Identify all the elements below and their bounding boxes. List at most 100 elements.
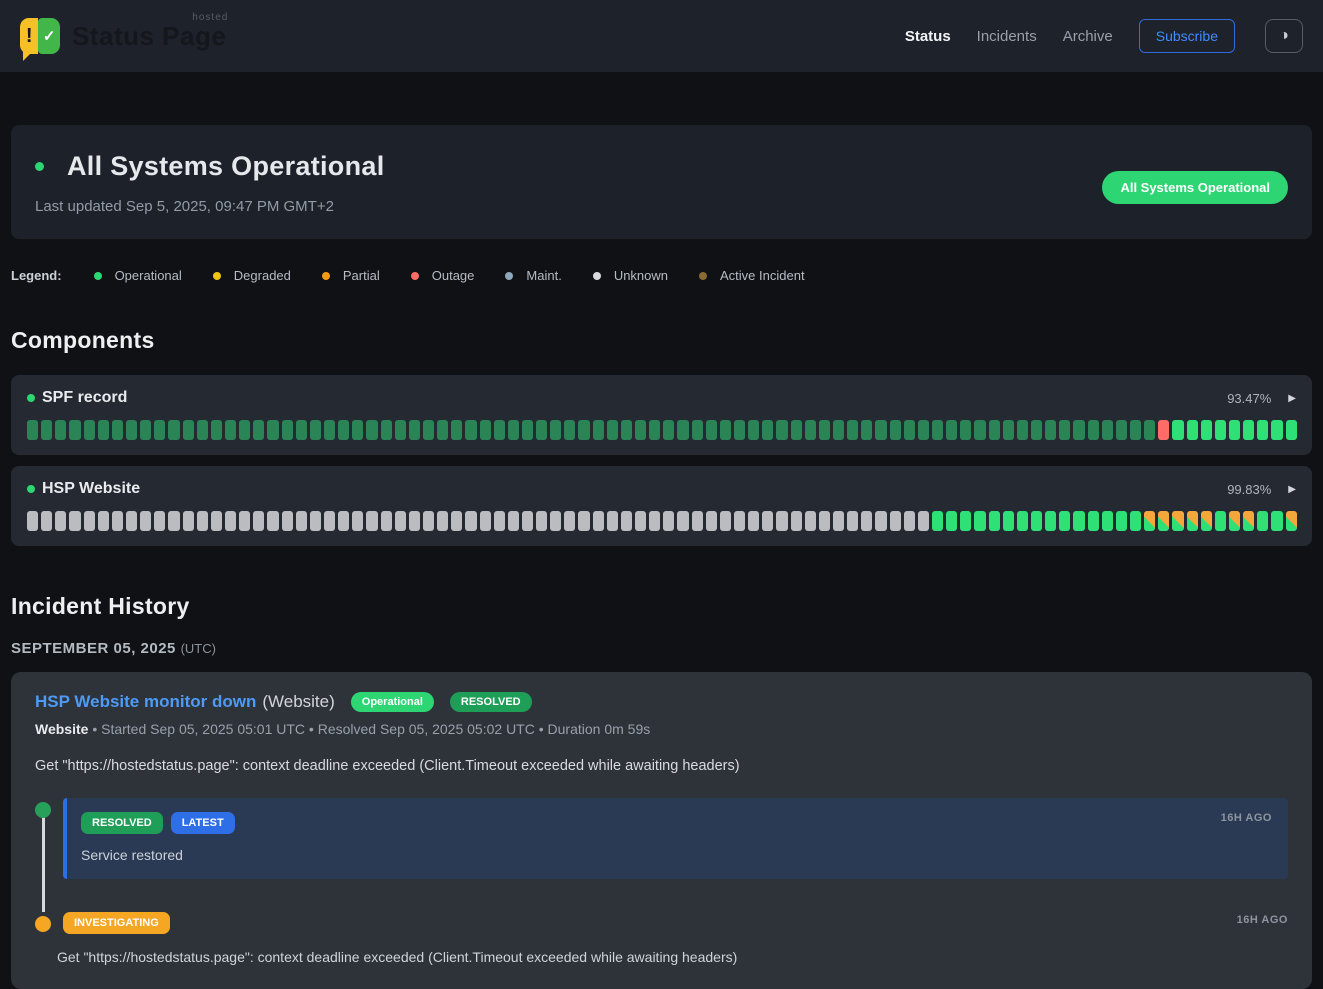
uptime-bar xyxy=(1158,420,1169,440)
uptime-bar xyxy=(663,420,674,440)
nav-link-status[interactable]: Status xyxy=(905,28,951,45)
uptime-bar xyxy=(1102,511,1113,531)
uptime-bar xyxy=(762,511,773,531)
uptime-bar xyxy=(974,420,985,440)
uptime-bar xyxy=(875,420,886,440)
uptime-bar xyxy=(663,511,674,531)
timeline-message: Service restored xyxy=(81,847,1270,863)
timeline-message: Get "https://hostedstatus.page": context… xyxy=(57,949,1288,965)
uptime-bar xyxy=(1229,511,1240,531)
uptime-bar xyxy=(1215,511,1226,531)
uptime-bar xyxy=(776,511,787,531)
uptime-bar xyxy=(451,420,462,440)
uptime-bar xyxy=(692,420,703,440)
uptime-bar xyxy=(1130,420,1141,440)
uptime-bar xyxy=(1017,420,1028,440)
uptime-bar xyxy=(1088,420,1099,440)
legend-item-label: Maint. xyxy=(526,268,561,283)
uptime-bar xyxy=(890,511,901,531)
timeline-node-icon xyxy=(35,802,51,818)
uptime-bar xyxy=(225,420,236,440)
timeline-badges: RESOLVED LATEST xyxy=(81,812,1270,834)
incident-meta-details: • Started Sep 05, 2025 05:01 UTC • Resol… xyxy=(88,721,650,737)
uptime-bar xyxy=(1172,420,1183,440)
uptime-bar xyxy=(635,511,646,531)
uptime-bar xyxy=(833,420,844,440)
uptime-bar xyxy=(197,511,208,531)
uptime-bar xyxy=(366,420,377,440)
uptime-bar xyxy=(27,420,38,440)
exclaim-icon: ! xyxy=(20,18,38,54)
legend-item-label: Operational xyxy=(115,268,182,283)
expand-chevron-icon[interactable]: ▶ xyxy=(1288,484,1296,495)
uptime-bar xyxy=(1088,511,1099,531)
legend-item-label: Outage xyxy=(432,268,475,283)
component-right: 93.47%▶ xyxy=(1227,391,1296,406)
uptime-bar xyxy=(84,511,95,531)
incident-timeline: RESOLVEDLATEST16H AGOService restoredINV… xyxy=(35,798,1288,965)
subscribe-button[interactable]: Subscribe xyxy=(1139,19,1235,53)
uptime-bar xyxy=(296,420,307,440)
uptime-bar xyxy=(1201,420,1212,440)
status-banner: All Systems Operational Last updated Sep… xyxy=(11,125,1312,239)
nav-link-incidents[interactable]: Incidents xyxy=(977,28,1037,45)
uptime-bar xyxy=(918,511,929,531)
legend-item-outage: Outage xyxy=(411,268,475,283)
uptime-bar xyxy=(1045,511,1056,531)
uptime-bar xyxy=(536,511,547,531)
uptime-bar xyxy=(494,511,505,531)
nav-link-archive[interactable]: Archive xyxy=(1063,28,1113,45)
uptime-bar xyxy=(154,511,165,531)
legend-item-unknown: Unknown xyxy=(593,268,668,283)
component-header[interactable]: SPF record93.47%▶ xyxy=(27,389,1296,407)
uptime-bar xyxy=(762,420,773,440)
timeline-badge-latest: LATEST xyxy=(171,812,235,834)
theme-toggle-button[interactable]: ◑ xyxy=(1265,19,1303,53)
uptime-bar xyxy=(1243,511,1254,531)
uptime-bar xyxy=(1158,511,1169,531)
uptime-bar xyxy=(1144,511,1155,531)
uptime-bar xyxy=(960,511,971,531)
uptime-bar xyxy=(225,511,236,531)
uptime-bar xyxy=(1116,420,1127,440)
component-card-spf-record: SPF record93.47%▶ xyxy=(11,375,1312,455)
uptime-bar xyxy=(183,511,194,531)
uptime-bar xyxy=(861,511,872,531)
component-card-hsp-website: HSP Website99.83%▶ xyxy=(11,466,1312,546)
component-header[interactable]: HSP Website99.83%▶ xyxy=(27,480,1296,498)
legend-item-label: Degraded xyxy=(234,268,291,283)
uptime-bar xyxy=(1073,420,1084,440)
uptime-bar xyxy=(1031,420,1042,440)
incident-scope: (Website) xyxy=(262,692,334,712)
uptime-bar xyxy=(112,511,123,531)
status-dot xyxy=(35,162,44,171)
component-status-dot xyxy=(27,485,35,493)
uptime-bar xyxy=(1130,511,1141,531)
brand-logo[interactable]: ! ✓ Status Page hosted xyxy=(20,18,226,54)
uptime-bar xyxy=(1257,511,1268,531)
uptime-bar xyxy=(112,420,123,440)
uptime-bar xyxy=(522,511,533,531)
timezone-label: (UTC) xyxy=(181,641,216,656)
uptime-bar xyxy=(197,420,208,440)
uptime-bar xyxy=(1045,420,1056,440)
timeline-entry: RESOLVEDLATEST16H AGOService restored xyxy=(63,798,1288,879)
uptime-bar xyxy=(720,511,731,531)
uptime-bar xyxy=(819,420,830,440)
incident-meta-component: Website xyxy=(35,721,88,737)
legend-item-label: Active Incident xyxy=(720,268,805,283)
uptime-bar xyxy=(974,511,985,531)
uptime-bar xyxy=(1003,420,1014,440)
timeline-badge-resolved: RESOLVED xyxy=(81,812,163,834)
uptime-bar xyxy=(41,420,52,440)
uptime-bar xyxy=(1059,511,1070,531)
uptime-bar xyxy=(1144,420,1155,440)
uptime-bar xyxy=(904,420,915,440)
legend-label: Legend: xyxy=(11,268,62,283)
expand-chevron-icon[interactable]: ▶ xyxy=(1288,393,1296,404)
uptime-bar xyxy=(621,511,632,531)
uptime-bar xyxy=(593,420,604,440)
uptime-bar xyxy=(1243,420,1254,440)
incident-title-link[interactable]: HSP Website monitor down xyxy=(35,692,256,712)
uptime-bar xyxy=(635,420,646,440)
